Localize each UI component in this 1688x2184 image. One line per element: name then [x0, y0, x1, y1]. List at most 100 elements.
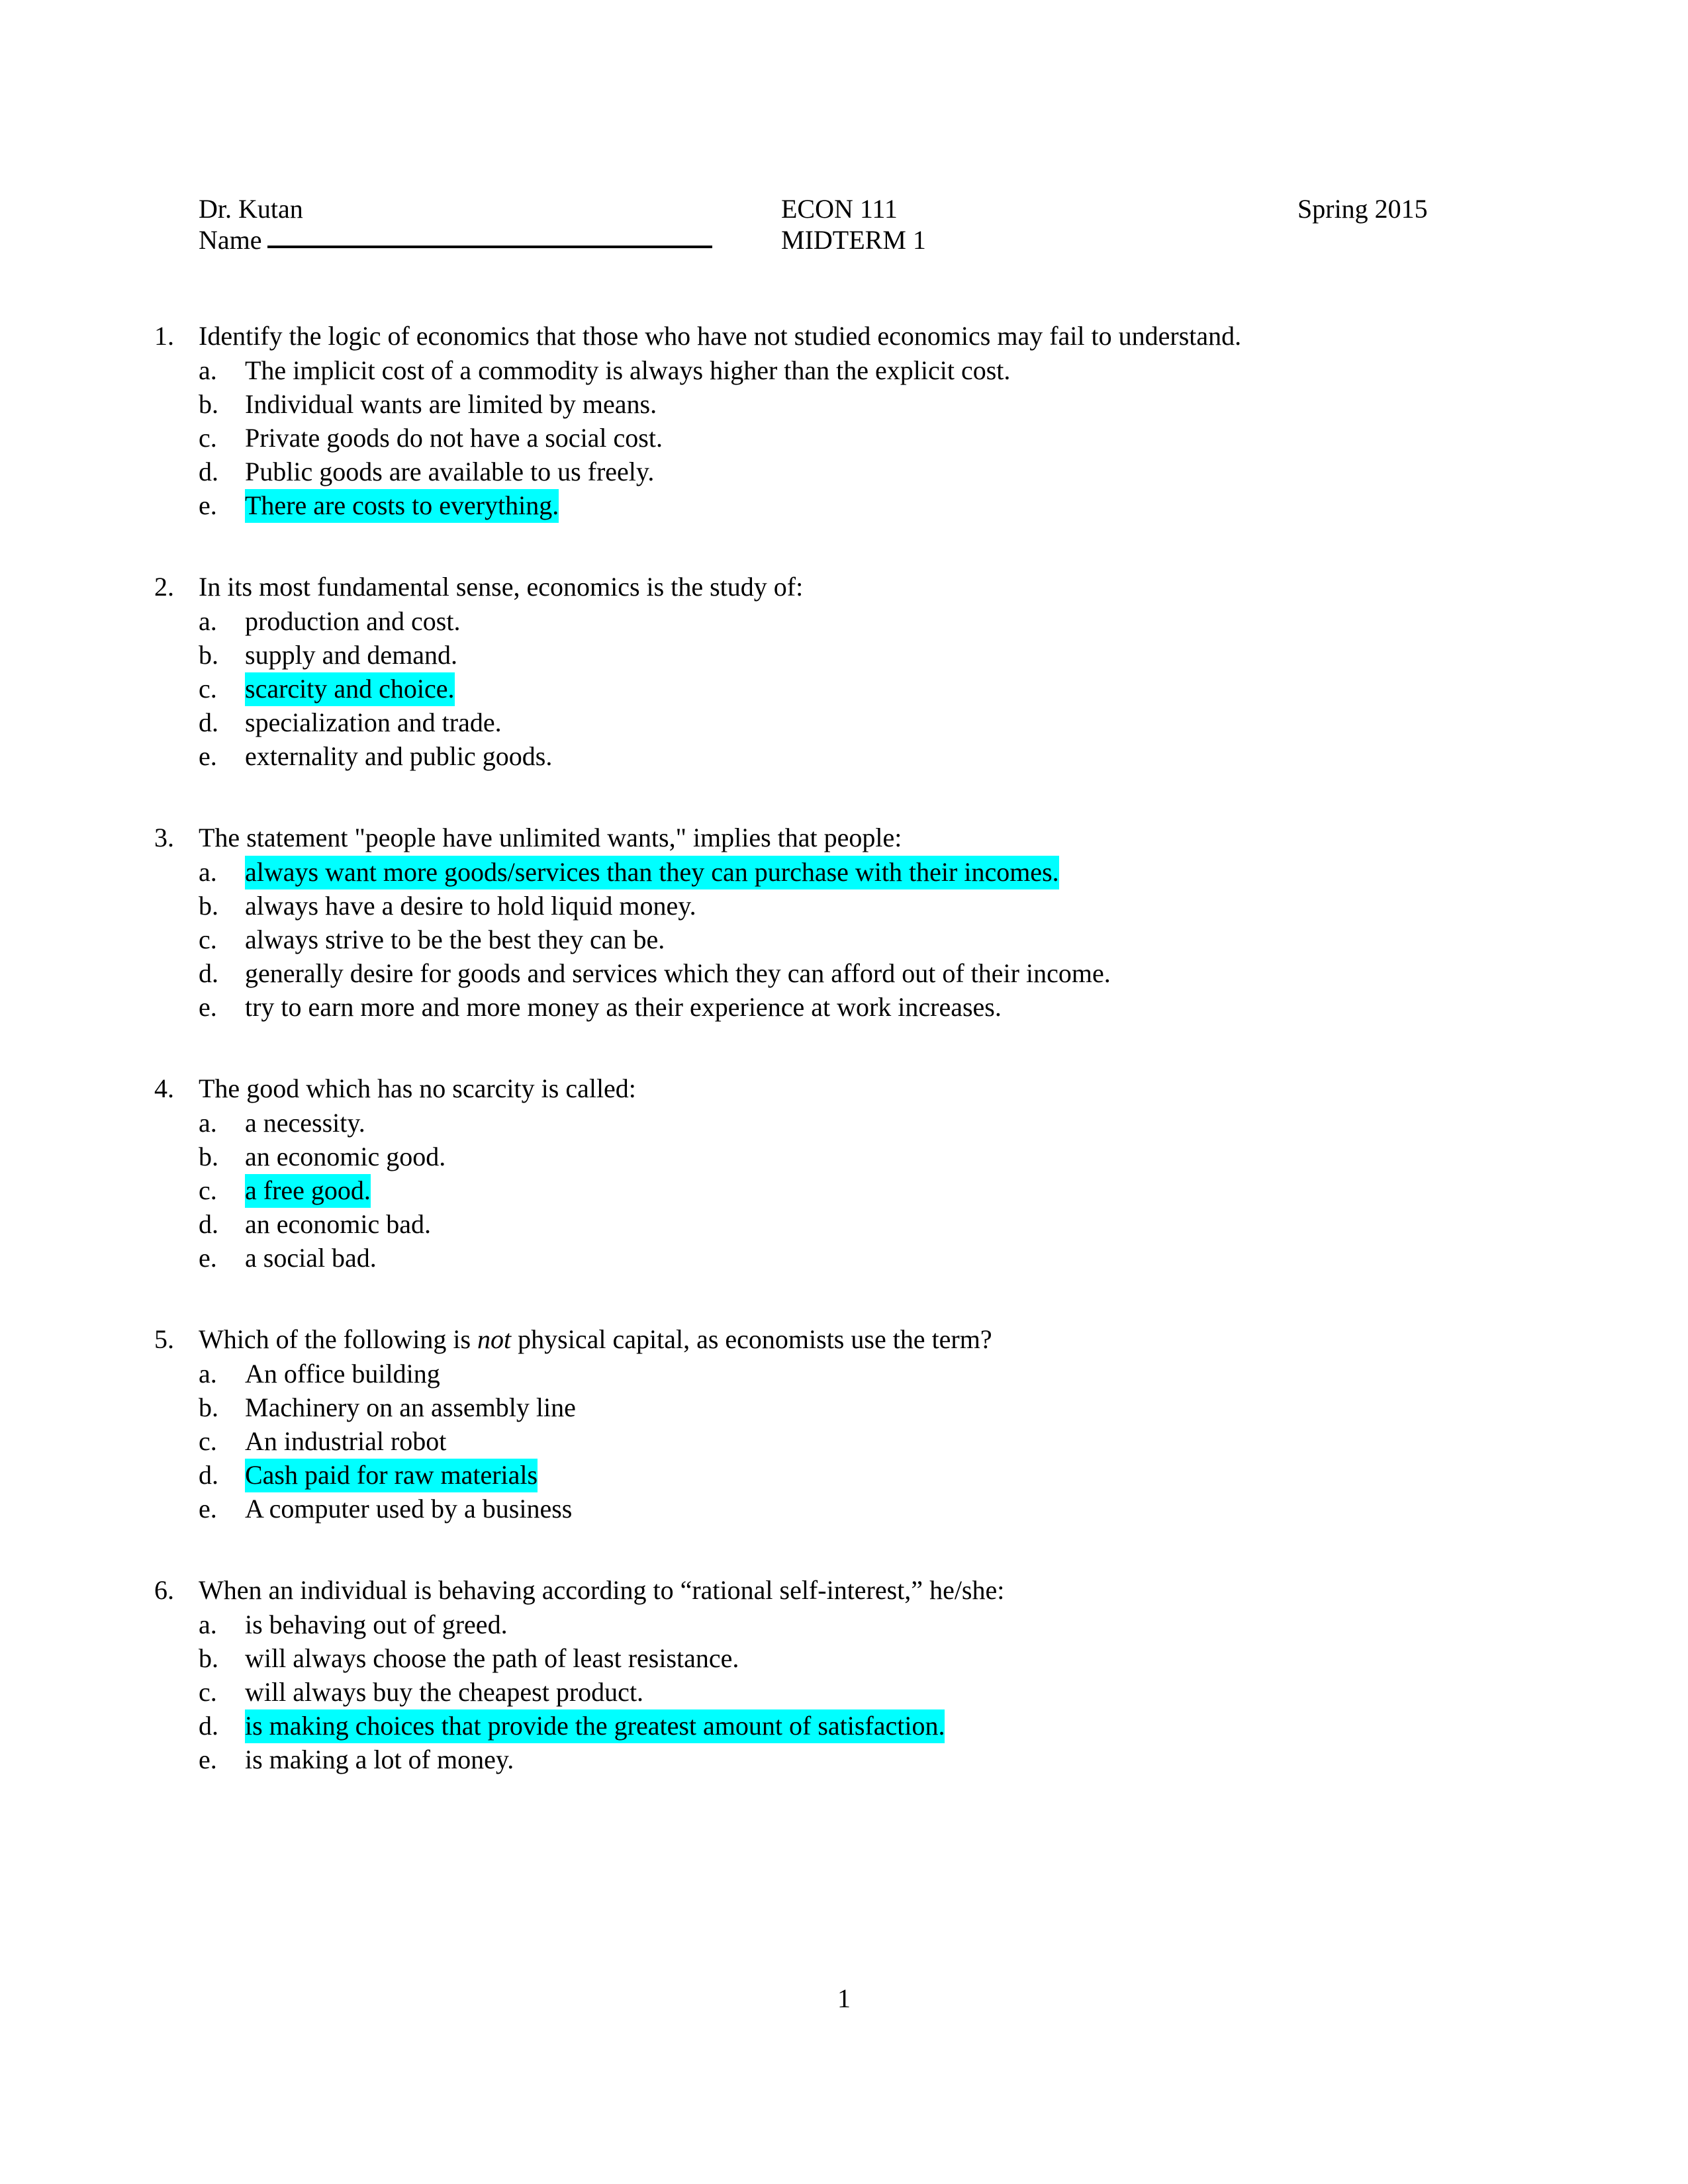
option-text: generally desire for goods and services … — [245, 958, 1111, 988]
option-row[interactable]: a. a necessity. — [0, 1106, 1688, 1140]
option-text-highlighted: scarcity and choice. — [245, 672, 455, 706]
option-row[interactable]: d. Public goods are available to us freel… — [0, 455, 1688, 488]
option-row[interactable]: b. an economic good. — [0, 1140, 1688, 1173]
option-list: a. The implicit cost of a commodity is al… — [0, 353, 1688, 523]
question-block: 6. When an individual is behaving accordi… — [0, 1573, 1688, 1776]
exam-page: Dr. Kutan ECON 111 Spring 2015 Name MIDT… — [0, 0, 1688, 2184]
question-text: When an individual is behaving according… — [199, 1575, 1005, 1605]
name-write-in-line[interactable] — [267, 224, 712, 248]
question-number: 4. — [154, 1073, 174, 1103]
option-row[interactable]: e. externality and public goods. — [0, 739, 1688, 773]
option-letter: c. — [199, 1426, 217, 1456]
question-stem: 6. When an individual is behaving accordi… — [0, 1573, 1688, 1608]
option-letter: b. — [199, 1142, 218, 1171]
course-code: ECON 111 — [781, 194, 898, 224]
option-row[interactable]: e. is making a lot of money. — [0, 1743, 1688, 1776]
option-row[interactable]: d. specialization and trade. — [0, 705, 1688, 739]
option-letter: b. — [199, 1643, 218, 1673]
option-row[interactable]: b. Machinery on an assembly line — [0, 1390, 1688, 1424]
question-block: 2. In its most fundamental sense, economi… — [0, 570, 1688, 773]
option-row[interactable]: d. is making choices that provide the gre… — [0, 1709, 1688, 1743]
option-row[interactable]: d. Cash paid for raw materials — [0, 1458, 1688, 1492]
option-text: Private goods do not have a social cost. — [245, 423, 663, 453]
question-block: 5. Which of the following is not physical… — [0, 1322, 1688, 1525]
option-row[interactable]: d. an economic bad. — [0, 1207, 1688, 1241]
option-text: an economic bad. — [245, 1209, 431, 1239]
option-row[interactable]: e. There are costs to everything. — [0, 488, 1688, 523]
option-list: a. is behaving out of greed. b. will always… — [0, 1608, 1688, 1776]
question-number: 6. — [154, 1575, 174, 1605]
option-letter: c. — [199, 925, 217, 954]
option-list: a. production and cost. b. supply and deman… — [0, 604, 1688, 773]
option-row[interactable]: c. a free good. — [0, 1173, 1688, 1208]
option-row[interactable]: b. always have a desire to hold liquid mo… — [0, 889, 1688, 923]
option-letter: e. — [199, 1243, 217, 1273]
option-text: supply and demand. — [245, 640, 458, 670]
question-stem: 1. Identify the logic of economics that t… — [0, 319, 1688, 353]
option-text: will always choose the path of least res… — [245, 1643, 739, 1673]
name-label: Name — [199, 225, 262, 255]
option-row[interactable]: a. production and cost. — [0, 604, 1688, 638]
option-row[interactable]: b. supply and demand. — [0, 638, 1688, 672]
option-list: a. An office building b. Machinery on an as… — [0, 1357, 1688, 1525]
option-row[interactable]: c. scarcity and choice. — [0, 672, 1688, 706]
term-label: Spring 2015 — [1297, 194, 1428, 224]
option-letter: c. — [199, 423, 217, 453]
question-block: 3. The statement "people have unlimited w… — [0, 821, 1688, 1024]
option-letter: b. — [199, 640, 218, 670]
option-row[interactable]: c. always strive to be the best they can … — [0, 923, 1688, 956]
option-row[interactable]: c. An industrial robot — [0, 1424, 1688, 1458]
option-letter: d. — [199, 1711, 218, 1741]
option-list: a. always want more goods/services than t… — [0, 855, 1688, 1024]
option-letter: d. — [199, 958, 218, 988]
option-letter: a. — [199, 355, 217, 385]
page-footer: 1 — [0, 1982, 1688, 2015]
option-letter: b. — [199, 891, 218, 921]
option-row[interactable]: a. An office building — [0, 1357, 1688, 1390]
option-text: try to earn more and more money as their… — [245, 992, 1002, 1022]
question-stem: 5. Which of the following is not physical… — [0, 1322, 1688, 1357]
option-row[interactable]: a. is behaving out of greed. — [0, 1608, 1688, 1641]
option-row[interactable]: c. Private goods do not have a social cos… — [0, 421, 1688, 455]
option-row[interactable]: e. a social bad. — [0, 1241, 1688, 1275]
option-text-highlighted: Cash paid for raw materials — [245, 1459, 538, 1492]
header-row-1: Dr. Kutan ECON 111 Spring 2015 — [199, 193, 1489, 224]
option-letter: d. — [199, 1460, 218, 1490]
question-number: 3. — [154, 823, 174, 852]
option-letter: e. — [199, 741, 217, 771]
option-row[interactable]: d. generally desire for goods and service… — [0, 956, 1688, 990]
option-text: A computer used by a business — [245, 1494, 573, 1524]
option-row[interactable]: b. Individual wants are limited by means. — [0, 387, 1688, 421]
option-letter: e. — [199, 1745, 217, 1774]
option-text: An office building — [245, 1359, 440, 1388]
option-letter: e. — [199, 992, 217, 1022]
option-letter: c. — [199, 1677, 217, 1707]
option-letter: a. — [199, 857, 217, 887]
option-letter: c. — [199, 674, 217, 704]
option-letter: d. — [199, 1209, 218, 1239]
question-block: 4. The good which has no scarcity is call… — [0, 1071, 1688, 1275]
option-row[interactable]: a. always want more goods/services than t… — [0, 855, 1688, 889]
question-number: 2. — [154, 572, 174, 602]
option-letter: a. — [199, 606, 217, 636]
option-row[interactable]: a. The implicit cost of a commodity is al… — [0, 353, 1688, 387]
option-text: is making a lot of money. — [245, 1745, 514, 1774]
option-row[interactable]: e. try to earn more and more money as the… — [0, 990, 1688, 1024]
option-row[interactable]: b. will always choose the path of least r… — [0, 1641, 1688, 1675]
option-text: externality and public goods. — [245, 741, 553, 771]
question-text: The statement "people have unlimited wan… — [199, 823, 902, 852]
page-number: 1 — [837, 1983, 851, 2013]
question-stem: 3. The statement "people have unlimited w… — [0, 821, 1688, 855]
question-stem: 2. In its most fundamental sense, economi… — [0, 570, 1688, 604]
option-text: is behaving out of greed. — [245, 1610, 508, 1639]
question-block: 1. Identify the logic of economics that t… — [0, 319, 1688, 523]
option-row[interactable]: c. will always buy the cheapest product. — [0, 1675, 1688, 1709]
question-text: Identify the logic of economics that tho… — [199, 321, 1242, 351]
option-text: a necessity. — [245, 1108, 365, 1138]
option-letter: c. — [199, 1175, 217, 1205]
question-text: Which of the following is not physical c… — [199, 1324, 992, 1354]
option-row[interactable]: e. A computer used by a business — [0, 1492, 1688, 1525]
option-letter: d. — [199, 457, 218, 486]
option-text-highlighted: always want more goods/services than the… — [245, 856, 1059, 889]
option-text-highlighted: is making choices that provide the great… — [245, 1709, 945, 1743]
